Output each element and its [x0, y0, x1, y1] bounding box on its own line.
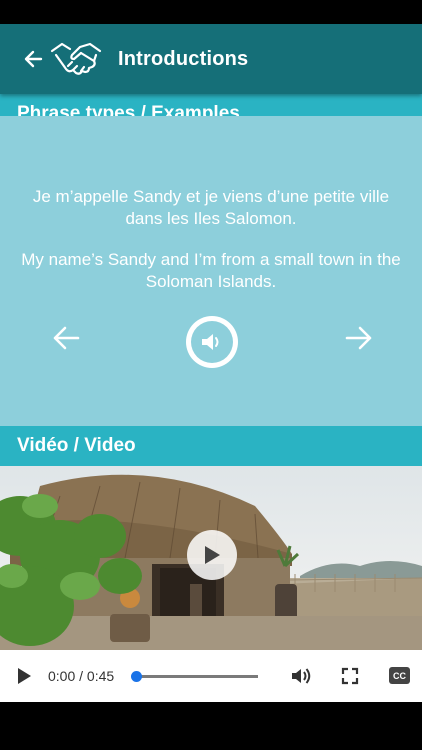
- progress-thumb[interactable]: [131, 671, 142, 682]
- handshake-icon: [50, 39, 102, 79]
- phrase-section-header: Phrase types / Examples: [0, 94, 422, 116]
- captions-button[interactable]: CC: [389, 667, 410, 684]
- play-audio-button[interactable]: [186, 316, 238, 368]
- video-time: 0:00 / 0:45: [48, 668, 115, 684]
- previous-phrase-button[interactable]: [50, 322, 82, 354]
- play-icon: [18, 668, 31, 684]
- speaker-icon: [191, 321, 233, 363]
- bottom-bar: [0, 702, 422, 750]
- video-controls: 0:00 / 0:45 CC: [0, 650, 422, 702]
- app-bar: Introductions: [0, 24, 422, 94]
- video-play-button[interactable]: [187, 530, 237, 580]
- video-section-title: Vidéo / Video: [17, 435, 136, 456]
- play-button[interactable]: [16, 666, 36, 686]
- arrow-right-icon: [345, 326, 372, 350]
- phrase-panel: Je m’appelle Sandy et je viens d’une pet…: [0, 116, 422, 426]
- arrow-left-icon: [53, 326, 80, 350]
- fullscreen-icon[interactable]: [340, 666, 360, 686]
- arrow-left-icon[interactable]: [20, 46, 46, 72]
- volume-icon[interactable]: [290, 666, 312, 686]
- next-phrase-button[interactable]: [343, 322, 375, 354]
- video-progress-bar[interactable]: [131, 671, 258, 682]
- status-bar: [0, 0, 422, 24]
- page-title: Introductions: [118, 47, 249, 70]
- french-phrase: Je m’appelle Sandy et je viens d’une pet…: [32, 187, 390, 228]
- english-phrase: My name’s Sandy and I’m from a small tow…: [21, 250, 401, 291]
- phrase-section-title: Phrase types / Examples: [17, 103, 240, 116]
- play-icon: [205, 546, 220, 564]
- video-player[interactable]: [0, 466, 422, 650]
- video-section-header: Vidéo / Video: [0, 426, 422, 466]
